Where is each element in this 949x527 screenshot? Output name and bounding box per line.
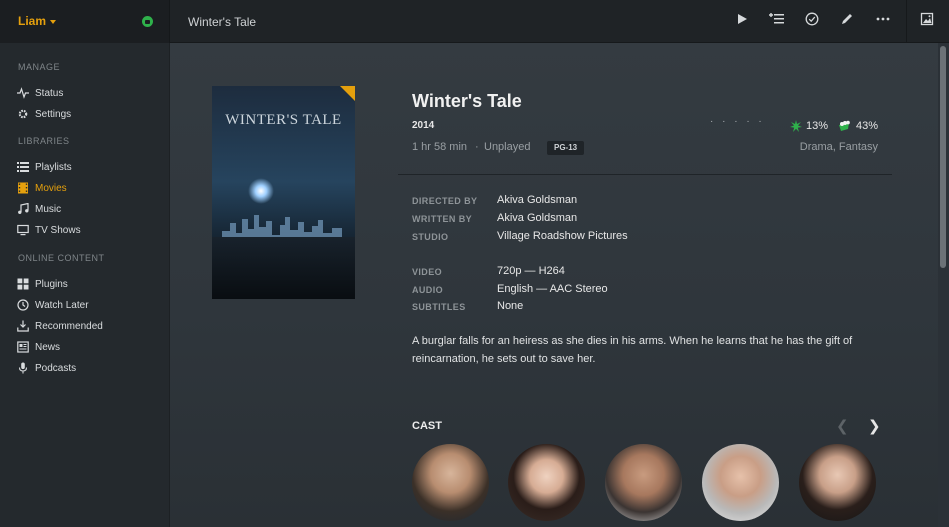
meta-separator: · xyxy=(475,141,479,153)
cast-heading: CAST xyxy=(412,420,442,432)
sidebar-item-tv-shows[interactable]: TV Shows xyxy=(17,222,81,238)
audio-label: AUDIO xyxy=(412,285,443,295)
cast-avatar[interactable] xyxy=(702,444,779,521)
poster-ground xyxy=(212,237,355,299)
sidebar-item-podcasts[interactable]: Podcasts xyxy=(17,360,76,376)
gear-icon xyxy=(18,109,28,119)
director-name[interactable]: Akiva Goldsman xyxy=(497,194,577,206)
written-by-label: WRITTEN BY xyxy=(412,214,472,224)
directed-by-label: DIRECTED BY xyxy=(412,196,478,206)
audience-score: 43% xyxy=(838,120,878,132)
content-rating-badge: PG-13 xyxy=(547,141,585,155)
poster-corner-badge xyxy=(340,86,355,101)
section-title-manage: MANAGE xyxy=(18,62,61,72)
watch-status: Unplayed xyxy=(484,141,531,153)
sidebar-item-playlists[interactable]: Playlists xyxy=(17,159,72,175)
edit-icon[interactable] xyxy=(838,12,856,30)
activity-icon xyxy=(17,87,29,99)
tv-icon xyxy=(17,224,29,236)
grid-icon xyxy=(17,278,29,290)
film-icon xyxy=(18,182,28,194)
download-tray-icon xyxy=(17,320,29,332)
user-rating-stars[interactable]: · · · · · xyxy=(710,116,765,127)
scrollbar-thumb[interactable] xyxy=(940,46,946,268)
subtitles-stream[interactable]: None xyxy=(497,300,523,312)
music-note-icon xyxy=(18,203,29,214)
movie-genres: Drama, Fantasy xyxy=(799,141,878,153)
movie-duration: 1 hr 58 min xyxy=(412,141,468,153)
sidebar: MANAGE Status Settings LIBRARIES Playlis… xyxy=(0,43,170,527)
movie-summary: A burglar falls for an heiress as she di… xyxy=(412,335,853,365)
more-icon[interactable] xyxy=(874,12,892,30)
subtitles-label: SUBTITLES xyxy=(412,302,466,312)
sidebar-item-movies[interactable]: Movies xyxy=(17,180,67,196)
chevron-down-icon xyxy=(50,19,57,24)
sidebar-item-settings[interactable]: Settings xyxy=(17,106,71,122)
video-label: VIDEO xyxy=(412,267,443,277)
movie-year: 2014 xyxy=(412,120,435,131)
newspaper-icon xyxy=(17,341,29,353)
user-menu[interactable]: Liam xyxy=(0,0,170,43)
page-title: Winter's Tale xyxy=(188,15,257,29)
section-title-libraries: LIBRARIES xyxy=(18,136,70,146)
poster-title: WINTER'S TALE xyxy=(225,112,342,128)
movie-title: Winter's Tale xyxy=(412,91,522,111)
audio-stream[interactable]: English — AAC Stereo xyxy=(497,283,608,295)
movie-poster[interactable]: WINTER'S TALE xyxy=(212,86,355,299)
studio-name[interactable]: Village Roadshow Pictures xyxy=(497,230,628,242)
sidebar-item-music[interactable]: Music xyxy=(17,201,61,217)
video-stream[interactable]: 720p — H264 xyxy=(497,265,565,277)
critic-score: 13% xyxy=(790,120,828,132)
mark-watched-icon[interactable] xyxy=(803,12,821,30)
cast-avatar[interactable] xyxy=(412,444,489,521)
top-bar: Liam Winter's Tale xyxy=(0,0,949,43)
artwork-icon[interactable] xyxy=(918,12,936,30)
sidebar-item-recommended[interactable]: Recommended xyxy=(17,318,103,334)
cast-avatar[interactable] xyxy=(799,444,876,521)
sidebar-item-watch-later[interactable]: Watch Later xyxy=(17,297,89,313)
popcorn-icon xyxy=(839,120,850,131)
sidebar-item-status[interactable]: Status xyxy=(17,85,63,101)
list-icon xyxy=(17,162,29,172)
cast-avatar[interactable] xyxy=(605,444,682,521)
poster-light-flare xyxy=(248,178,274,204)
movie-detail-panel: WINTER'S TALE Winter's Tale 2014 1 hr 58… xyxy=(170,43,938,527)
cast-avatar[interactable] xyxy=(508,444,585,521)
add-to-queue-icon[interactable] xyxy=(768,12,786,30)
writer-name[interactable]: Akiva Goldsman xyxy=(497,212,577,224)
studio-label: STUDIO xyxy=(412,232,449,242)
section-title-online-content: ONLINE CONTENT xyxy=(18,253,105,263)
sidebar-item-plugins[interactable]: Plugins xyxy=(17,276,68,292)
toolbar-divider xyxy=(906,0,907,43)
lock-icon[interactable] xyxy=(142,16,153,27)
clock-icon xyxy=(17,299,29,311)
username[interactable]: Liam xyxy=(18,14,57,28)
splat-icon xyxy=(790,120,802,132)
cast-next-button[interactable]: ❯ xyxy=(868,417,881,435)
section-divider xyxy=(398,174,892,175)
sidebar-item-news[interactable]: News xyxy=(17,339,60,355)
microphone-icon xyxy=(18,362,28,374)
cast-previous-button[interactable]: ❮ xyxy=(836,417,849,435)
play-icon[interactable] xyxy=(733,12,751,30)
